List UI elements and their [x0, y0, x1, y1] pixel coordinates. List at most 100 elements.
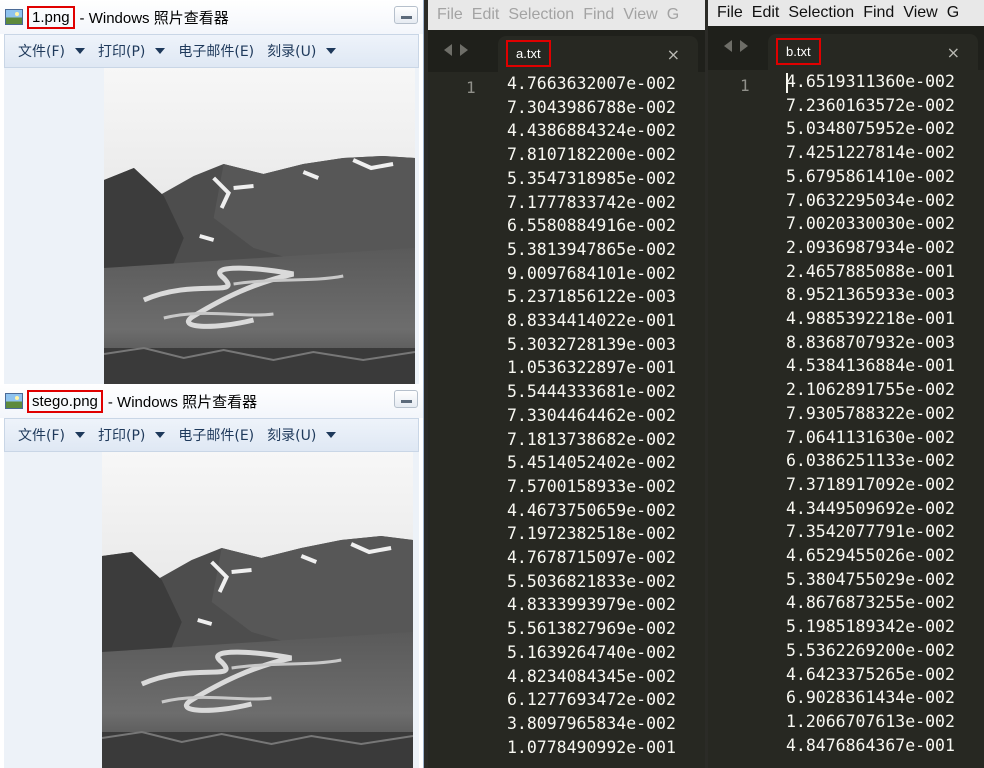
text-editor-b: File Edit Selection Find View G b.txt × … — [708, 0, 984, 768]
editor-text-area[interactable]: 1 4.6519311360e-002 7.2360163572e-002 5.03… — [708, 70, 984, 768]
viewer-title-bar: 1.png - Windows 照片查看器 — [0, 0, 423, 34]
menu-email[interactable]: 电子邮件(E) — [178, 425, 254, 445]
menu-burn-label: 刻录(U) — [267, 44, 317, 60]
menu-goto[interactable]: G — [947, 4, 959, 22]
photo-viewer-app-icon — [5, 9, 23, 25]
chevron-down-icon — [326, 432, 337, 438]
landscape-photo — [104, 68, 415, 384]
menu-find[interactable]: Find — [583, 6, 614, 24]
menu-edit[interactable]: Edit — [752, 4, 780, 22]
value-line: 6.0386251133e-002 — [786, 451, 955, 471]
editor-menu-bar: File Edit Selection Find View G — [708, 0, 984, 26]
value-line: 7.5700158933e-002 — [507, 476, 676, 496]
value-line: 4.7678715097e-002 — [507, 548, 676, 568]
menu-goto[interactable]: G — [667, 6, 679, 24]
value-list: 4.6519311360e-002 7.2360163572e-002 5.0348… — [786, 70, 955, 757]
value-line: 6.5580884916e-002 — [507, 216, 676, 236]
photo-viewer-window-stego: stego.png - Windows 照片查看器 文件(F) 打印(P) 电子… — [0, 384, 424, 768]
close-icon[interactable]: × — [667, 45, 680, 64]
viewer-content-area — [4, 68, 419, 384]
line-number: 1 — [740, 76, 750, 95]
menu-file-label: 文件(F) — [18, 44, 65, 60]
value-line: 5.3813947865e-002 — [507, 239, 676, 259]
value-line: 9.0097684101e-002 — [507, 263, 676, 283]
arrow-left-icon[interactable] — [724, 40, 732, 52]
value-line: 7.4251227814e-002 — [786, 143, 955, 163]
editor-tab-bar: a.txt × — [428, 30, 705, 72]
editor-text-area[interactable]: 1 4.7663632007e-002 7.3043986788e-002 4.43… — [428, 72, 705, 768]
menu-find[interactable]: Find — [863, 4, 894, 22]
menu-file-label: 文件(F) — [18, 428, 65, 444]
value-line: 4.3449509692e-002 — [786, 498, 955, 518]
value-line: 4.8676873255e-002 — [786, 593, 955, 613]
value-line: 5.2371856122e-003 — [507, 287, 676, 307]
text-editor-a: File Edit Selection Find View G a.txt × … — [428, 0, 705, 768]
menu-view[interactable]: View — [903, 4, 937, 22]
value-line: 4.8476864367e-001 — [786, 735, 955, 755]
value-line: 5.5036821833e-002 — [507, 571, 676, 591]
value-line: 4.7663632007e-002 — [507, 74, 676, 93]
viewer-filename: stego.png — [27, 389, 103, 413]
value-line: 5.1639264740e-002 — [507, 642, 676, 662]
minimize-button[interactable] — [394, 390, 418, 408]
menu-print[interactable]: 打印(P) — [98, 425, 166, 445]
value-line: 6.9028361434e-002 — [786, 688, 955, 708]
value-line: 7.1972382518e-002 — [507, 524, 676, 544]
value-line: 7.3718917092e-002 — [786, 474, 955, 494]
menu-email-label: 电子邮件(E) — [178, 44, 255, 60]
minimize-button[interactable] — [394, 6, 418, 24]
menu-burn[interactable]: 刻录(U) — [267, 41, 337, 61]
tab-a-txt[interactable]: a.txt × — [498, 36, 698, 72]
landscape-photo-image — [104, 68, 415, 384]
menu-file[interactable]: File — [437, 6, 463, 24]
value-line: 2.4657885088e-001 — [786, 261, 955, 281]
value-line: 1.0536322897e-001 — [507, 358, 676, 378]
value-line: 5.3032728139e-003 — [507, 334, 676, 354]
menu-burn-label: 刻录(U) — [267, 428, 317, 444]
menu-edit[interactable]: Edit — [472, 6, 500, 24]
value-line: 5.6795861410e-002 — [786, 166, 955, 186]
value-line: 7.3304464462e-002 — [507, 405, 676, 425]
menu-file[interactable]: 文件(F) — [18, 425, 85, 445]
menu-file[interactable]: File — [717, 4, 743, 22]
menu-selection[interactable]: Selection — [788, 4, 854, 22]
editor-menu-bar: File Edit Selection Find View G — [428, 0, 705, 30]
value-line: 4.6423375265e-002 — [786, 664, 955, 684]
menu-view[interactable]: View — [623, 6, 657, 24]
photo-viewer-app-icon — [5, 393, 23, 409]
menu-email[interactable]: 电子邮件(E) — [178, 41, 254, 61]
value-line: 4.8333993979e-002 — [507, 595, 676, 615]
value-line: 5.1985189342e-002 — [786, 617, 955, 637]
value-line: 5.3547318985e-002 — [507, 168, 676, 188]
value-line: 4.8234084345e-002 — [507, 666, 676, 686]
menu-burn[interactable]: 刻录(U) — [267, 425, 337, 445]
tab-nav-arrows[interactable] — [724, 40, 748, 52]
value-line: 2.0936987934e-002 — [786, 237, 955, 257]
chevron-down-icon — [155, 432, 166, 438]
menu-file[interactable]: 文件(F) — [18, 41, 85, 61]
value-line: 5.5613827969e-002 — [507, 619, 676, 639]
value-line: 5.3804755029e-002 — [786, 569, 955, 589]
arrow-right-icon[interactable] — [740, 40, 748, 52]
value-line: 5.5362269200e-002 — [786, 640, 955, 660]
value-line: 6.1277693472e-002 — [507, 690, 676, 710]
value-line: 4.6529455026e-002 — [786, 546, 955, 566]
menu-print[interactable]: 打印(P) — [98, 41, 166, 61]
menu-selection[interactable]: Selection — [508, 6, 574, 24]
arrow-left-icon[interactable] — [444, 44, 452, 56]
value-line: 4.6519311360e-002 — [786, 72, 955, 91]
tab-nav-arrows[interactable] — [444, 44, 468, 56]
value-line: 5.0348075952e-002 — [786, 119, 955, 139]
value-line: 7.9305788322e-002 — [786, 403, 955, 423]
line-number: 1 — [466, 78, 476, 97]
tab-label: b.txt — [776, 38, 821, 65]
chevron-down-icon — [74, 432, 85, 438]
value-line: 7.3542077791e-002 — [786, 522, 955, 542]
arrow-right-icon[interactable] — [460, 44, 468, 56]
value-line: 5.4514052402e-002 — [507, 453, 676, 473]
close-icon[interactable]: × — [947, 43, 960, 62]
landscape-photo-image — [102, 452, 413, 768]
viewer-title-bar: stego.png - Windows 照片查看器 — [0, 384, 423, 418]
value-line: 4.4673750659e-002 — [507, 500, 676, 520]
tab-b-txt[interactable]: b.txt × — [768, 34, 978, 70]
